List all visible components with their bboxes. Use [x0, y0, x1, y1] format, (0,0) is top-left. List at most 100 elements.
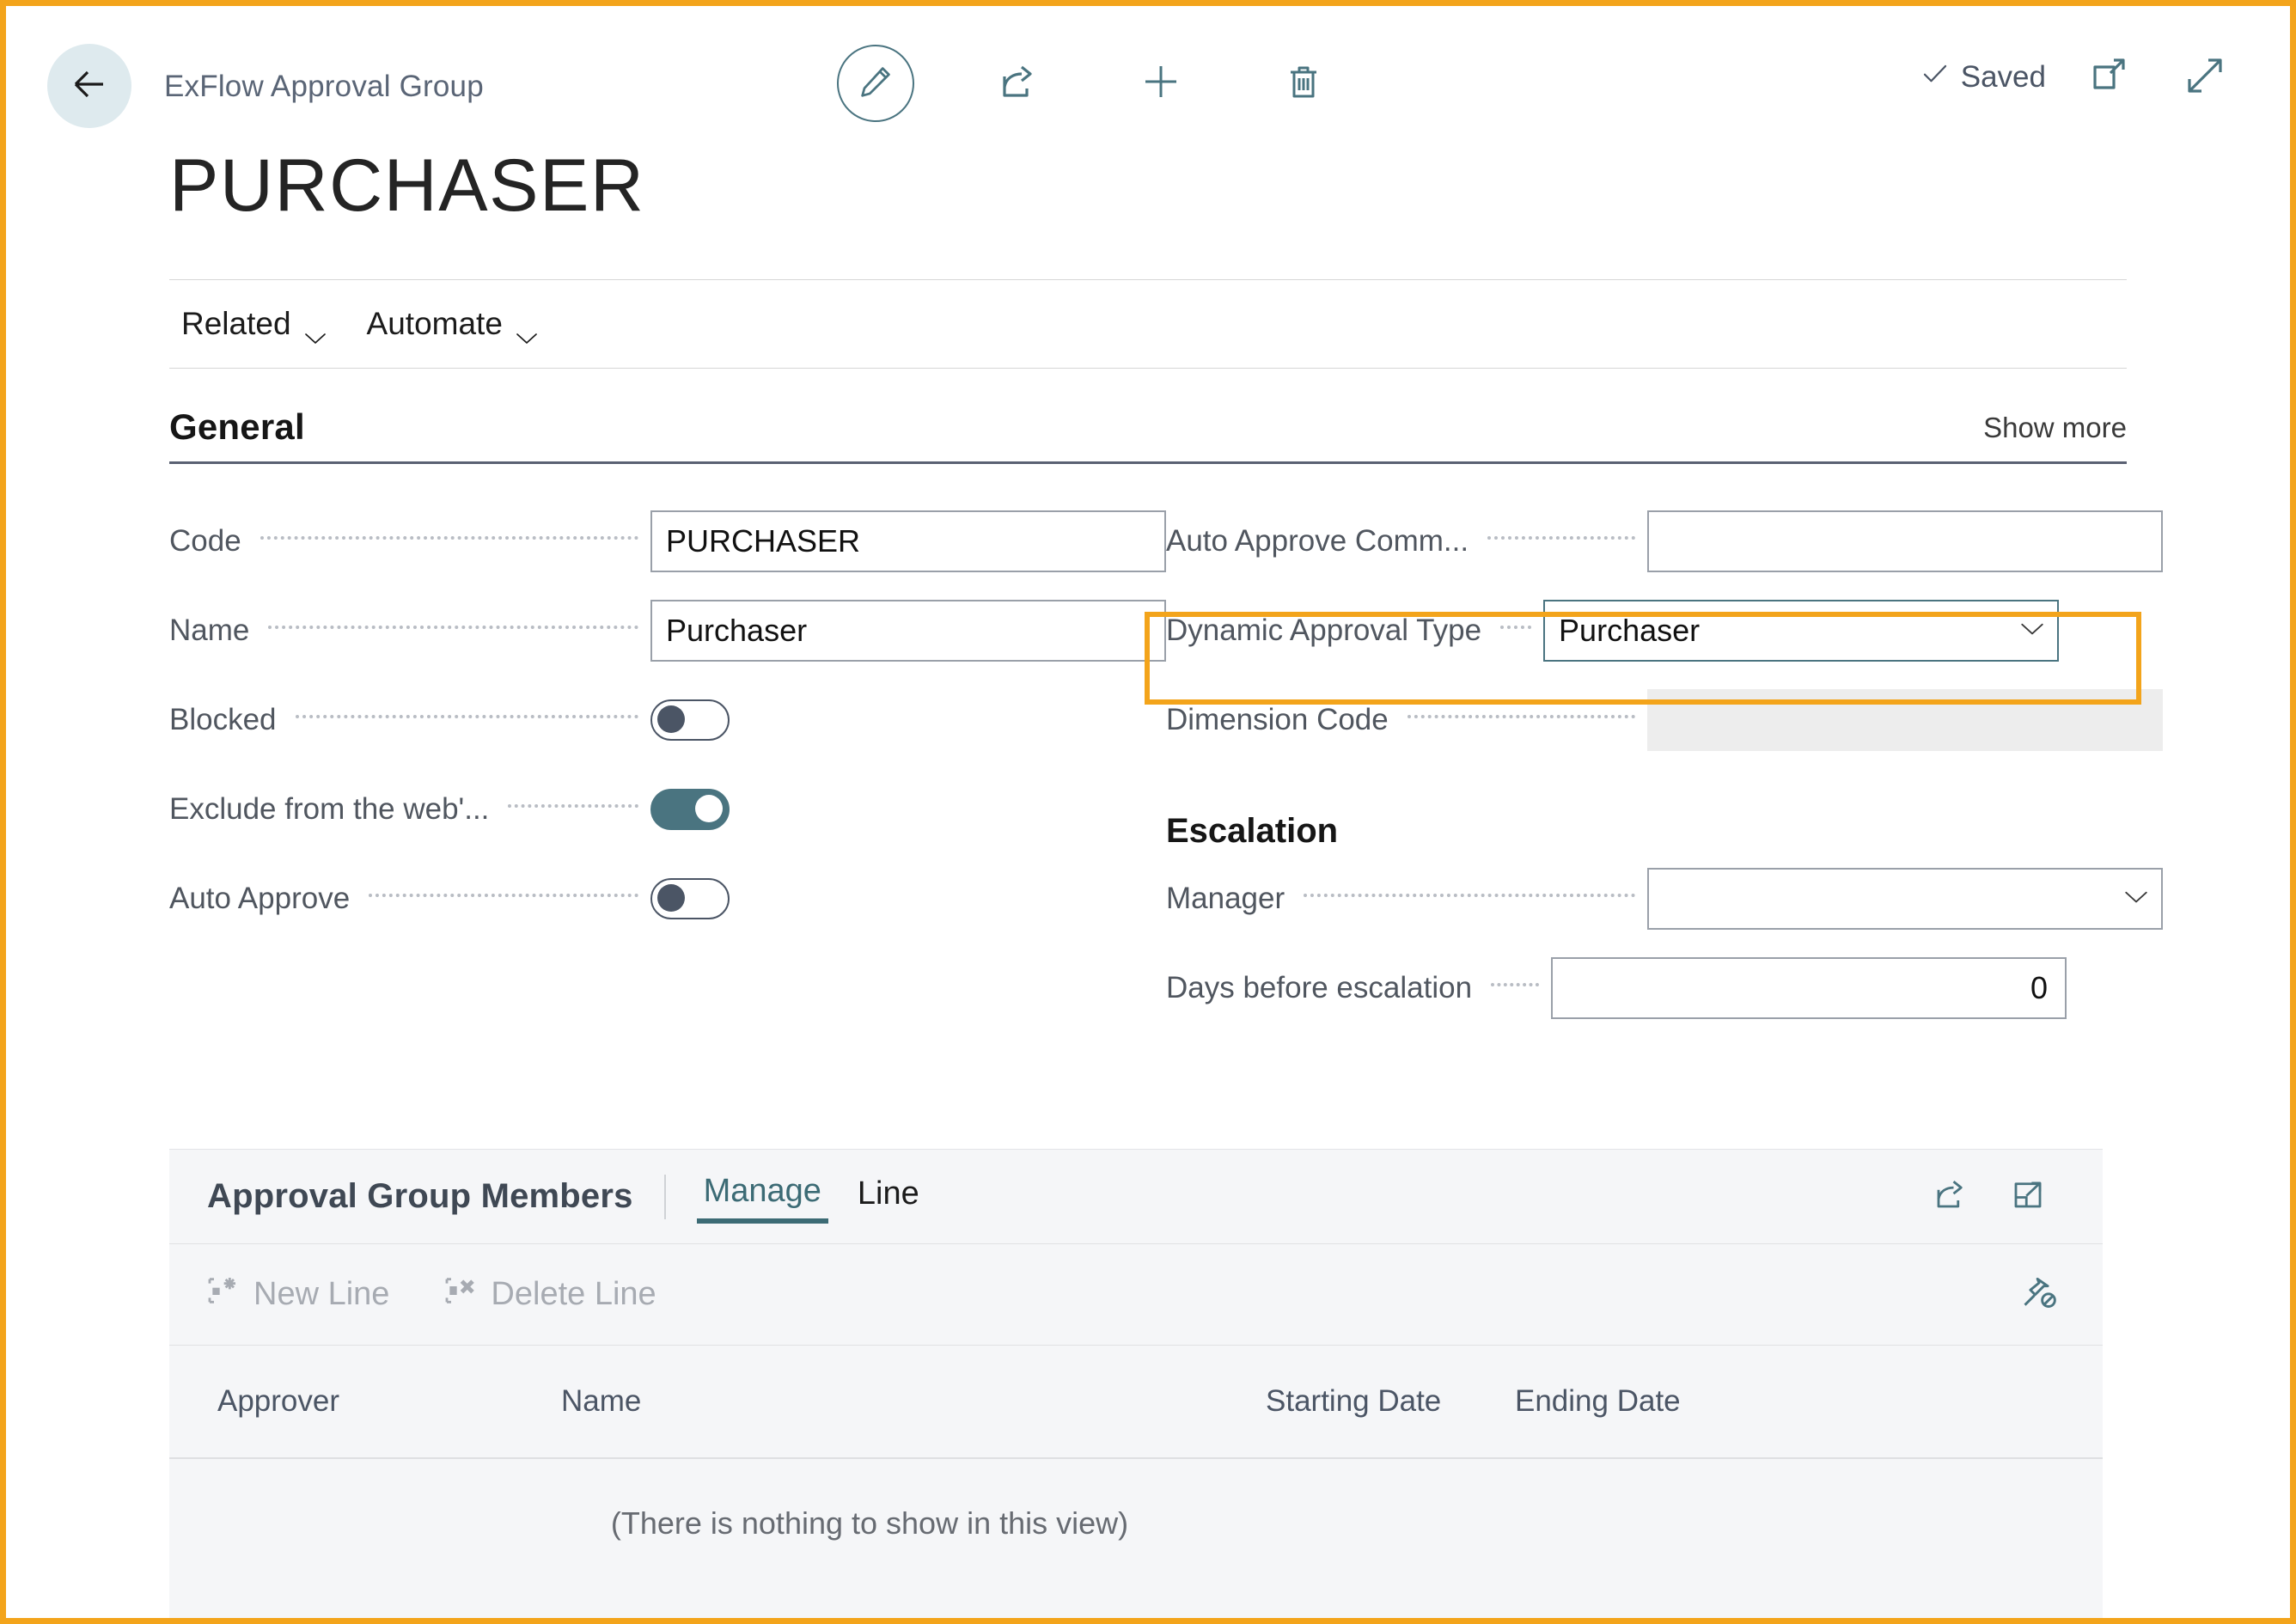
members-share-button[interactable] [1920, 1167, 1981, 1227]
days-before-escalation-label: Days before escalation [1166, 971, 1473, 1004]
share-button[interactable] [974, 39, 1063, 128]
share-icon [998, 61, 1039, 107]
manager-wrapper [1647, 868, 2163, 930]
dynamic-approval-type-label: Dynamic Approval Type [1166, 614, 1482, 647]
tab-manage[interactable]: Manage [696, 1169, 828, 1224]
leader-dots [260, 535, 638, 540]
field-row-manager: Manager [1166, 854, 2163, 943]
menu-automate[interactable]: Automate [355, 301, 551, 347]
field-row-days-before-escalation: Days before escalation 0 [1166, 943, 2163, 1033]
members-header-icons [1920, 1167, 2103, 1227]
breadcrumb[interactable]: ExFlow Approval Group [164, 70, 484, 104]
escalation-title: Escalation [1166, 812, 1339, 850]
delete-line-button[interactable]: Delete Line [443, 1273, 656, 1316]
dynamic-approval-type-wrapper: Purchaser [1543, 600, 2060, 662]
chevron-down-icon [2019, 620, 2045, 641]
page-title: PURCHASER [169, 144, 645, 227]
days-before-escalation-input[interactable]: 0 [1551, 957, 2067, 1019]
back-button[interactable] [47, 44, 131, 128]
delete-line-icon [443, 1273, 477, 1316]
toggle-knob [657, 884, 685, 912]
plus-icon [1140, 61, 1182, 107]
field-row-dimension-code: Dimension Code [1166, 675, 2163, 765]
field-row-dynamic-approval-type: Dynamic Approval Type Purchaser [1166, 586, 2163, 675]
tab-line[interactable]: Line [851, 1172, 926, 1221]
members-toolbar-right [2020, 1273, 2103, 1316]
column-header-starting-date[interactable]: Starting Date [1266, 1384, 1515, 1419]
dynamic-approval-type-dropdown[interactable]: Purchaser [1543, 600, 2060, 662]
new-line-icon [205, 1273, 240, 1316]
leader-dots [1487, 535, 1635, 540]
edit-button[interactable] [831, 39, 920, 128]
exclude-web-toggle-wrapper [650, 789, 1166, 830]
pencil-icon [857, 63, 895, 105]
chevron-down-icon [2123, 888, 2149, 909]
divider [663, 1174, 666, 1219]
general-fields: Code PURCHASER Name Purchaser Blocked Ex… [169, 464, 2163, 1033]
manager-label: Manager [1166, 882, 1285, 915]
auto-approve-toggle[interactable] [650, 878, 730, 919]
fields-left-column: Code PURCHASER Name Purchaser Blocked Ex… [169, 497, 1166, 1033]
edit-circle [837, 45, 914, 122]
leader-dots [1407, 714, 1635, 718]
field-row-name: Name Purchaser [169, 586, 1166, 675]
menu-automate-label: Automate [366, 306, 503, 341]
open-in-new-window-button[interactable] [2075, 44, 2142, 111]
field-row-auto-approve-comment: Auto Approve Comm... [1166, 497, 2163, 586]
auto-approve-comment-label: Auto Approve Comm... [1166, 524, 1469, 558]
name-label: Name [169, 614, 250, 647]
open-in-excel-icon [2010, 1176, 2046, 1217]
dimension-code-wrapper [1647, 689, 2163, 751]
field-row-blocked: Blocked [169, 675, 1166, 765]
unpin-icon[interactable] [2020, 1273, 2058, 1316]
dimension-code-label: Dimension Code [1166, 703, 1389, 736]
code-label: Code [169, 524, 241, 558]
blocked-label: Blocked [169, 703, 277, 736]
dynamic-approval-type-value: Purchaser [1559, 613, 1701, 648]
share-icon [1933, 1176, 1969, 1217]
expand-diagonal-icon [2184, 55, 2226, 101]
leader-dots [1500, 625, 1532, 629]
delete-button[interactable] [1259, 39, 1348, 128]
header-action-group [831, 39, 1348, 128]
saved-status[interactable]: Saved [1920, 58, 2046, 97]
exclude-web-label: Exclude from the web'... [169, 792, 490, 826]
trash-icon [1283, 61, 1324, 107]
new-line-button[interactable]: New Line [205, 1273, 389, 1316]
general-title: General [169, 406, 305, 447]
field-row-code: Code PURCHASER [169, 497, 1166, 586]
fields-right-column: Auto Approve Comm... Dynamic Approval Ty… [1166, 497, 2163, 1033]
column-header-name[interactable]: Name [561, 1384, 1266, 1419]
expand-button[interactable] [2171, 44, 2238, 111]
chevron-down-icon [515, 317, 539, 344]
members-title: Approval Group Members [207, 1177, 633, 1215]
toggle-knob [657, 705, 685, 733]
members-toolbar: New Line Delete Line [169, 1244, 2103, 1346]
open-in-new-window-icon [2088, 55, 2129, 101]
delete-line-label: Delete Line [491, 1276, 656, 1312]
column-header-approver[interactable]: Approver [217, 1384, 561, 1419]
menu-related-label: Related [181, 306, 291, 341]
code-input[interactable]: PURCHASER [650, 510, 1166, 572]
new-line-label: New Line [253, 1276, 390, 1312]
blocked-toggle[interactable] [650, 699, 730, 741]
column-header-ending-date[interactable]: Ending Date [1515, 1384, 1764, 1419]
exclude-web-toggle[interactable] [650, 789, 730, 830]
leader-dots [268, 625, 638, 629]
members-header: Approval Group Members Manage Line [169, 1150, 2103, 1244]
approval-group-members-part: Approval Group Members Manage Line New L… [169, 1149, 2103, 1618]
auto-approve-comment-wrapper [1647, 510, 2163, 572]
menu-related[interactable]: Related [169, 301, 339, 347]
dimension-code-input [1647, 689, 2163, 751]
auto-approve-comment-input[interactable] [1647, 510, 2163, 572]
toggle-knob [695, 795, 723, 822]
members-table-header: Approver Name Starting Date Ending Date [169, 1346, 2103, 1459]
manager-dropdown[interactable] [1647, 868, 2163, 930]
leader-dots [295, 714, 638, 718]
code-field-wrapper: PURCHASER [650, 510, 1166, 572]
name-input[interactable]: Purchaser [650, 600, 1166, 662]
open-in-excel-button[interactable] [1998, 1167, 2058, 1227]
show-more-link[interactable]: Show more [1983, 412, 2127, 448]
auto-approve-label: Auto Approve [169, 882, 351, 915]
new-button[interactable] [1116, 39, 1206, 128]
